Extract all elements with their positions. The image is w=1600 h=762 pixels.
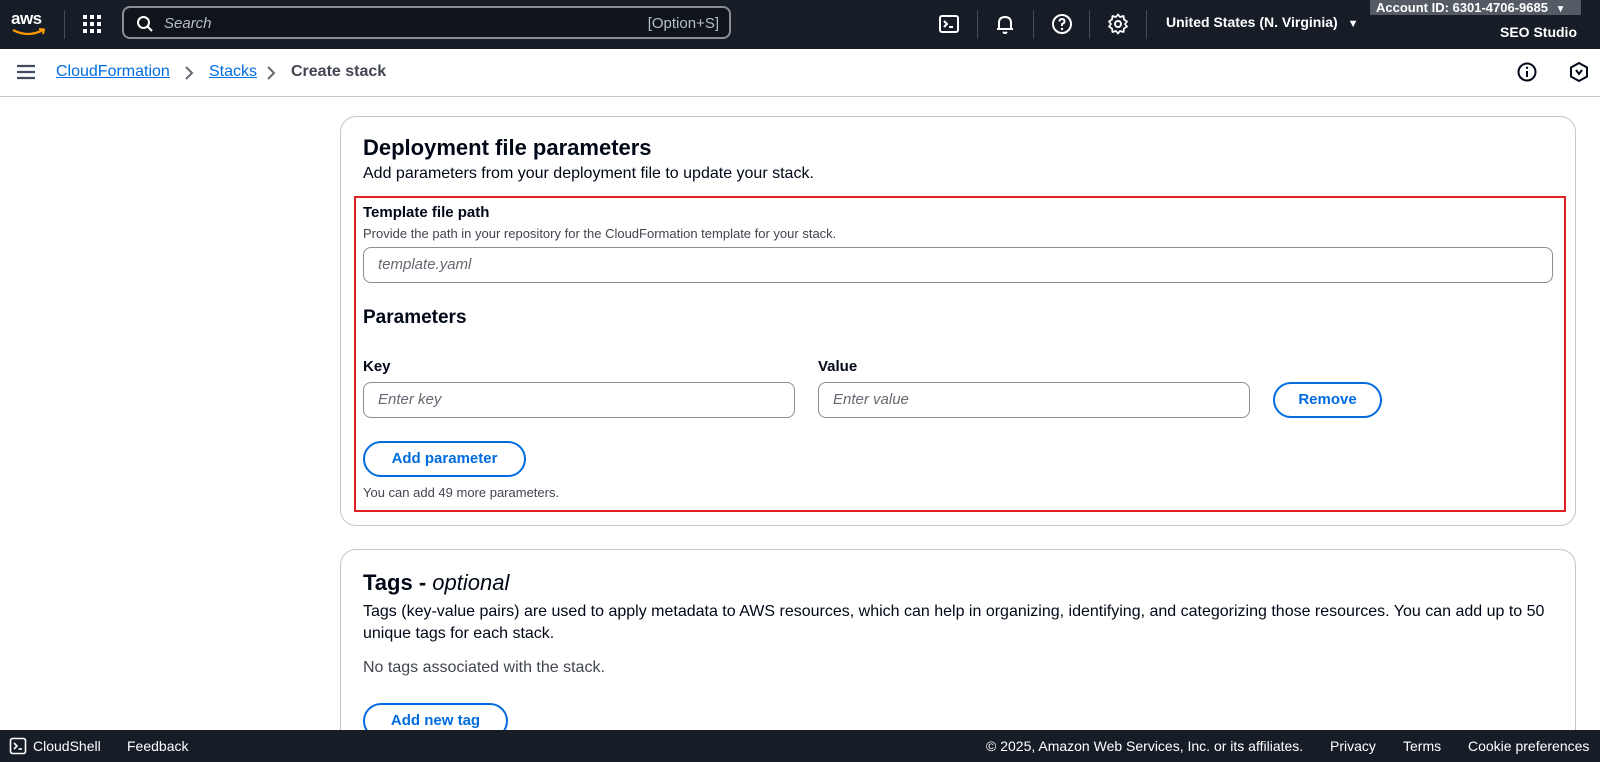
cookie-preferences-link[interactable]: Cookie preferences	[1468, 738, 1589, 754]
tags-title-main: Tags -	[363, 570, 433, 595]
cloudshell-icon[interactable]	[937, 12, 961, 36]
key-label: Key	[363, 358, 391, 375]
breadcrumb-stacks[interactable]: Stacks	[209, 63, 257, 81]
info-icon[interactable]	[1516, 61, 1538, 83]
nav-divider	[1146, 10, 1147, 39]
template-path-label: Template file path	[363, 204, 490, 221]
search-shortcut: [Option+S]	[647, 15, 719, 32]
tags-description-line1: Tags (key-value pairs) are used to apply…	[363, 603, 1545, 620]
cloudshell-icon[interactable]	[9, 737, 27, 755]
aws-logo[interactable]: aws	[10, 8, 48, 38]
feedback-link[interactable]: Feedback	[127, 738, 188, 754]
caret-down-icon: ▼	[1555, 4, 1566, 15]
gear-icon[interactable]	[1106, 12, 1130, 36]
add-parameter-button[interactable]: Add parameter	[363, 441, 526, 477]
key-input[interactable]: Enter key	[363, 382, 795, 418]
user-name[interactable]: SEO Studio	[1500, 24, 1577, 40]
search-input[interactable]: Search [Option+S]	[122, 6, 731, 39]
tags-description: Tags (key-value pairs) are used to apply…	[363, 601, 1553, 645]
cloudshell-link[interactable]: CloudShell	[33, 738, 101, 754]
deployment-description: Add parameters from your deployment file…	[363, 165, 814, 182]
template-path-placeholder: template.yaml	[378, 256, 472, 273]
nav-divider	[64, 10, 65, 39]
bell-icon[interactable]	[993, 12, 1017, 36]
top-navigation: aws Search [Option+S] United States (N. …	[0, 0, 1600, 49]
copyright-text: © 2025, Amazon Web Services, Inc. or its…	[986, 738, 1304, 754]
chevron-right-icon	[267, 66, 276, 80]
account-id: Account ID: 6301-4706-9685	[1376, 0, 1548, 15]
value-input[interactable]: Enter value	[818, 382, 1250, 418]
deployment-parameters-container: Deployment file parameters Add parameter…	[340, 116, 1576, 526]
aws-smile-icon	[12, 28, 46, 36]
region-selector[interactable]: United States (N. Virginia) ▼	[1166, 14, 1358, 30]
search-icon	[137, 16, 153, 32]
terms-link[interactable]: Terms	[1403, 738, 1441, 754]
remove-button[interactable]: Remove	[1273, 382, 1382, 418]
caret-down-icon: ▼	[1347, 18, 1359, 30]
nav-divider	[1033, 10, 1034, 39]
tags-title: Tags - optional	[363, 570, 509, 596]
tags-empty-text: No tags associated with the stack.	[363, 659, 605, 676]
template-path-description: Provide the path in your repository for …	[363, 226, 837, 241]
help-icon[interactable]	[1050, 12, 1074, 36]
footer: CloudShell Feedback © 2025, Amazon Web S…	[0, 730, 1600, 762]
privacy-link[interactable]: Privacy	[1330, 738, 1376, 754]
template-path-input[interactable]: template.yaml	[363, 247, 1553, 283]
menu-icon[interactable]	[16, 62, 36, 82]
parameters-heading: Parameters	[363, 307, 467, 328]
tags-description-line2: unique tags for each stack.	[363, 625, 555, 642]
breadcrumb-cloudformation[interactable]: CloudFormation	[56, 63, 170, 81]
nav-divider	[1089, 10, 1090, 39]
parameter-limit-hint: You can add 49 more parameters.	[363, 485, 560, 500]
key-placeholder: Enter key	[378, 391, 442, 408]
search-placeholder: Search	[164, 15, 212, 32]
highlight-box: Template file path Provide the path in y…	[354, 196, 1566, 512]
region-label: United States (N. Virginia)	[1166, 14, 1338, 30]
deployment-title: Deployment file parameters	[363, 135, 652, 160]
chevron-right-icon	[185, 66, 194, 80]
nav-divider	[977, 10, 978, 39]
breadcrumb-bar: CloudFormation Stacks Create stack	[0, 49, 1600, 97]
aws-logo-text: aws	[11, 9, 42, 28]
value-placeholder: Enter value	[833, 391, 909, 408]
value-label: Value	[818, 358, 858, 375]
account-menu[interactable]: Account ID: 6301-4706-9685 ▼	[1370, 0, 1581, 15]
hexagon-icon[interactable]	[1568, 61, 1590, 83]
apps-grid-icon[interactable]	[80, 12, 104, 36]
tags-title-optional: optional	[432, 570, 510, 595]
breadcrumb-current: Create stack	[291, 63, 387, 80]
